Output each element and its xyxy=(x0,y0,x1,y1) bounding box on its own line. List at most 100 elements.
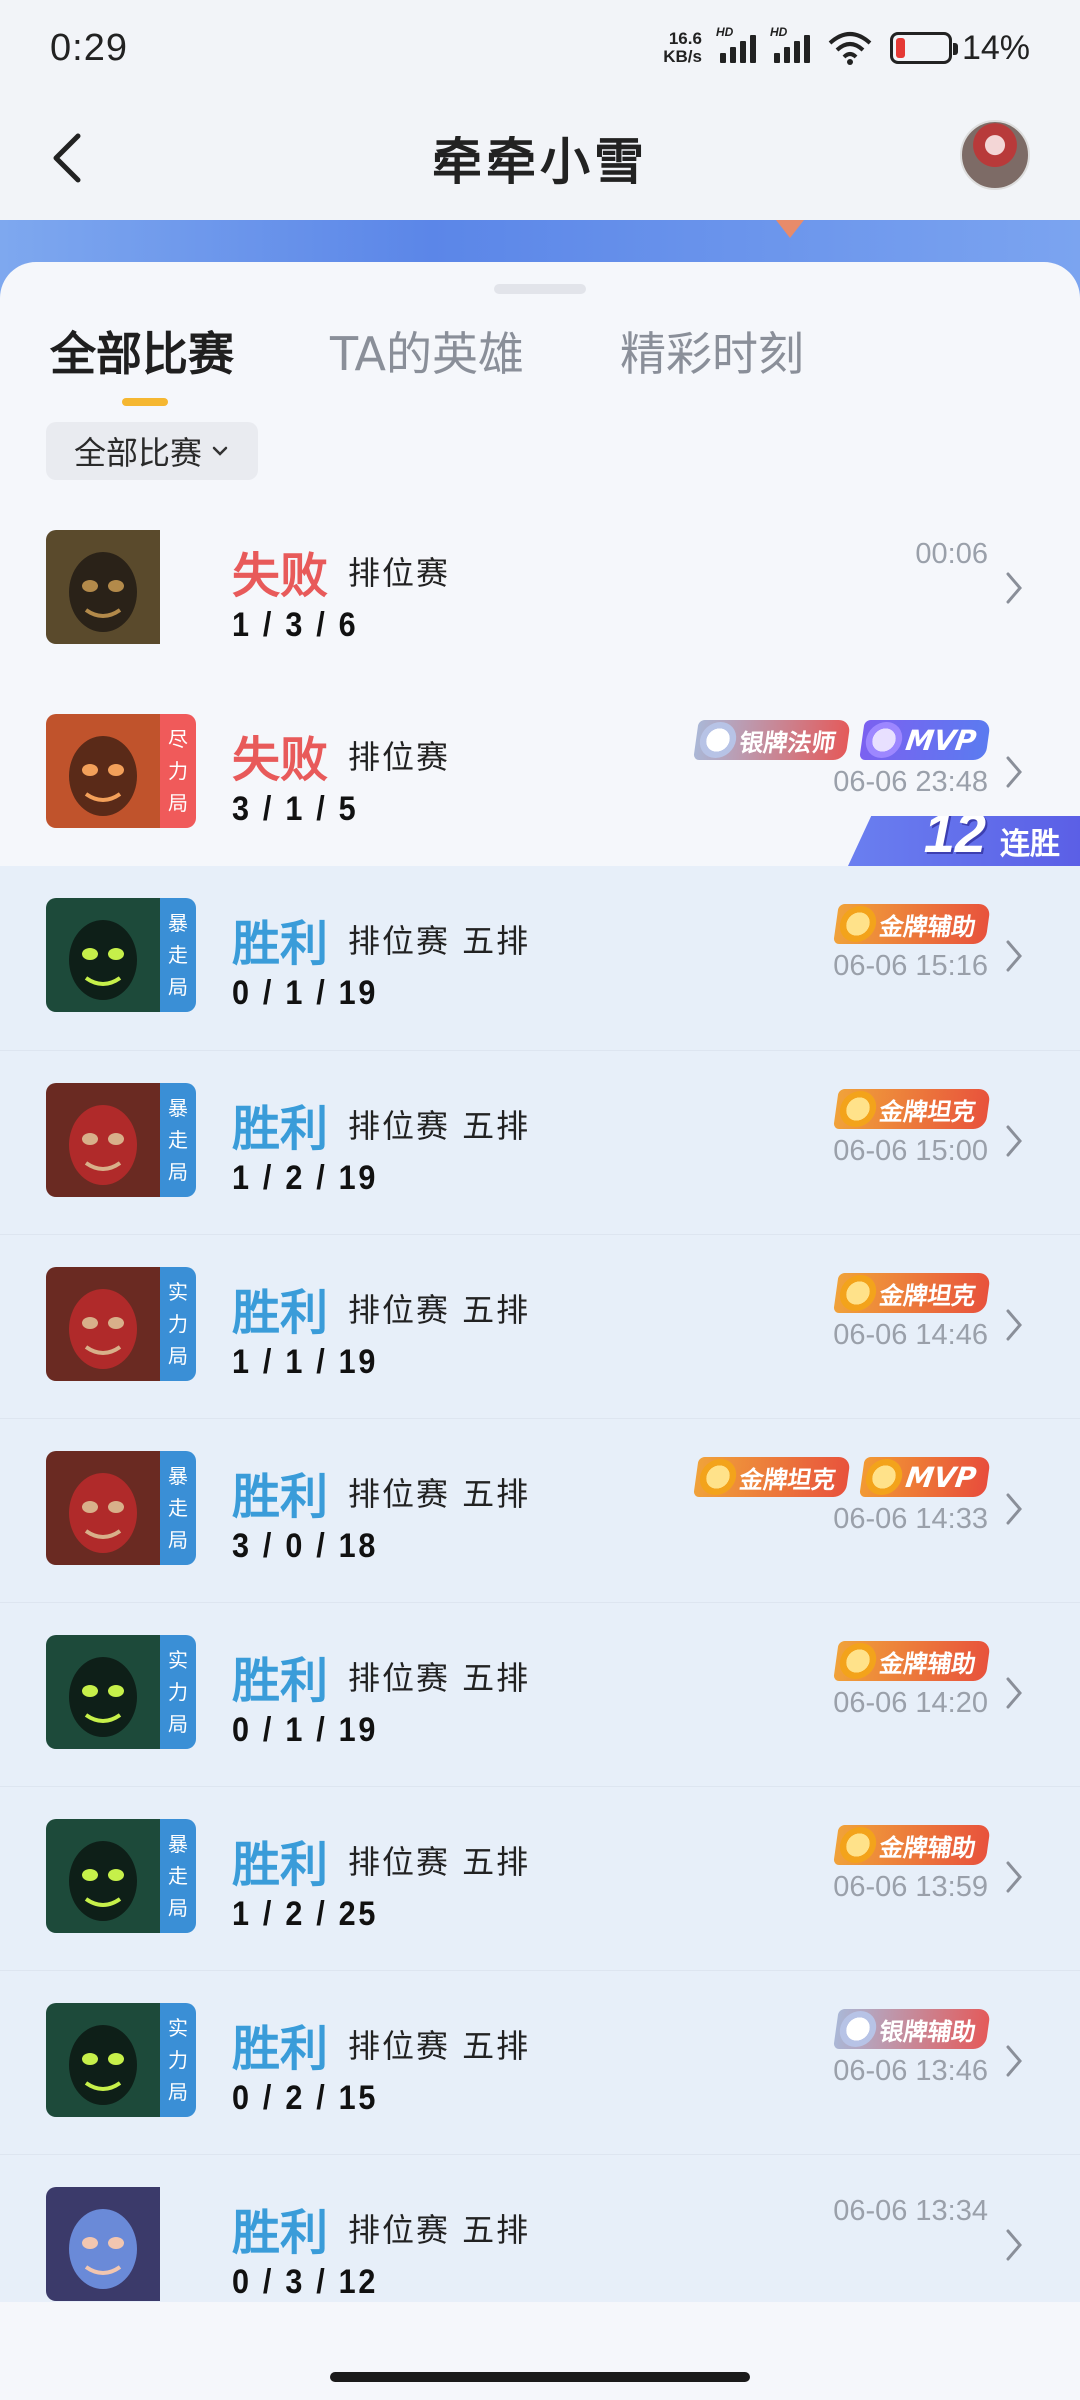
chevron-down-icon xyxy=(212,446,228,456)
match-kda: 1 / 3 / 6 xyxy=(232,606,359,644)
match-row[interactable]: 暴走局胜利 排位赛 五排 1 / 2 / 25 金牌辅助 06-06 13:59 xyxy=(0,1786,1080,1970)
medal-icon xyxy=(697,722,739,758)
medal-icon xyxy=(837,1827,879,1863)
hero-avatar-image xyxy=(46,1083,160,1197)
tab-bar: 全部比赛 TA的英雄 精彩时刻 xyxy=(50,318,804,406)
chevron-right-icon xyxy=(1006,756,1022,788)
match-result: 失败 xyxy=(232,732,329,788)
sheet-drag-handle[interactable] xyxy=(494,284,586,294)
match-time: 06-06 13:46 xyxy=(833,2055,988,2087)
medal-icon xyxy=(837,906,879,942)
match-kda: 3 / 0 / 18 xyxy=(232,1527,379,1565)
match-filter-dropdown[interactable]: 全部比赛 xyxy=(46,422,259,480)
match-mode-tag-char: 力 xyxy=(168,759,188,783)
hero-portrait: 实力局 xyxy=(46,2003,196,2117)
match-time: 06-06 15:16 xyxy=(833,950,988,982)
chevron-right-icon xyxy=(1006,1861,1022,1893)
match-mode-tag: 暴走局 xyxy=(160,1819,196,1933)
honor-badge-label: 银牌法师 xyxy=(737,728,838,757)
hero-portrait xyxy=(46,2187,196,2301)
chevron-right-icon xyxy=(1006,1309,1022,1341)
match-mode-tag-char: 走 xyxy=(168,1864,188,1888)
tab-label: TA的英雄 xyxy=(330,327,524,381)
honor-badge: 金牌坦克 xyxy=(833,1273,991,1313)
honor-badge: 金牌坦克 xyxy=(833,1089,991,1129)
match-time: 06-06 14:20 xyxy=(833,1687,988,1719)
battery-percent: 14% xyxy=(961,28,1030,67)
honor-badge: 金牌辅助 xyxy=(833,1641,991,1681)
medal-icon xyxy=(863,1459,905,1495)
match-history-sheet: 全部比赛 TA的英雄 精彩时刻 全部比赛 失败 排位赛 1 / 3 / 6 00:06… xyxy=(0,262,1080,2400)
chevron-right-icon xyxy=(1006,2229,1022,2261)
match-row[interactable]: 失败 排位赛 1 / 3 / 6 00:06 xyxy=(0,498,1080,682)
home-indicator[interactable] xyxy=(330,2372,750,2382)
tab-all-matches[interactable]: 全部比赛 xyxy=(50,318,234,406)
match-mode: 排位赛 五排 xyxy=(348,1291,531,1329)
match-mode: 排位赛 xyxy=(348,554,451,592)
match-row[interactable]: 暴走局胜利 排位赛 五排 0 / 1 / 19 金牌辅助 06-06 15:16 xyxy=(0,866,1080,1050)
tab-label: 全部比赛 xyxy=(50,327,234,381)
signal-hd-label: HD xyxy=(715,25,734,39)
hero-avatar-image xyxy=(46,530,160,644)
tab-heroes[interactable]: TA的英雄 xyxy=(330,318,524,384)
status-icons: 16.6 KB/s HD HD 14% xyxy=(663,25,1030,68)
match-badges: 金牌辅助 xyxy=(833,1825,991,1865)
match-mode-tag-char: 局 xyxy=(168,1896,188,1920)
match-mode: 排位赛 五排 xyxy=(348,1659,531,1697)
match-mode-tag: 尽力局 xyxy=(160,714,196,828)
match-row[interactable]: 实力局胜利 排位赛 五排 0 / 1 / 19 金牌辅助 06-06 14:20 xyxy=(0,1602,1080,1786)
match-time: 06-06 23:48 xyxy=(833,766,988,798)
chevron-right-icon xyxy=(1006,572,1022,604)
honor-badge: MVP xyxy=(859,720,991,760)
match-mode: 排位赛 五排 xyxy=(348,2211,531,2249)
back-arrow-icon[interactable] xyxy=(44,130,92,186)
battery-icon xyxy=(889,32,958,64)
network-speed-value: 16.6 xyxy=(668,29,702,48)
hero-portrait: 暴走局 xyxy=(46,1451,196,1565)
honor-badge: 银牌辅助 xyxy=(833,2009,991,2049)
match-badges: 金牌坦克 xyxy=(833,1089,991,1129)
match-mode-tag-char: 力 xyxy=(168,1680,188,1704)
match-mode-tag-char: 实 xyxy=(168,2016,188,2040)
match-mode: 排位赛 五排 xyxy=(348,1475,531,1513)
match-time: 06-06 13:59 xyxy=(833,1871,988,1903)
match-mode-tag-char: 暴 xyxy=(168,1832,188,1856)
match-mode-tag-char: 暴 xyxy=(168,911,188,935)
chevron-right-icon xyxy=(1006,1493,1022,1525)
hero-avatar-image xyxy=(46,1451,160,1565)
match-mode: 排位赛 五排 xyxy=(348,1107,531,1145)
avatar[interactable] xyxy=(960,120,1030,190)
match-row[interactable]: 实力局胜利 排位赛 五排 1 / 1 / 19 金牌坦克 06-06 14:46 xyxy=(0,1234,1080,1418)
hero-portrait: 尽力局 xyxy=(46,714,196,828)
match-result: 失败 xyxy=(232,548,329,604)
hero-portrait: 实力局 xyxy=(46,1267,196,1381)
hero-portrait: 实力局 xyxy=(46,1635,196,1749)
match-row[interactable]: 暴走局胜利 排位赛 五排 1 / 2 / 19 金牌坦克 06-06 15:00 xyxy=(0,1050,1080,1234)
match-row[interactable]: 实力局胜利 排位赛 五排 0 / 2 / 15 银牌辅助 06-06 13:46 xyxy=(0,1970,1080,2154)
match-mode-tag-char: 暴 xyxy=(168,1464,188,1488)
network-speed-unit: KB/s xyxy=(663,47,702,66)
match-result: 胜利 xyxy=(232,1469,329,1525)
match-row[interactable]: 暴走局胜利 排位赛 五排 3 / 0 / 18 金牌坦克 MVP 06-06 14:33 xyxy=(0,1418,1080,1602)
tab-highlights[interactable]: 精彩时刻 xyxy=(620,318,804,384)
match-kda: 1 / 2 / 19 xyxy=(232,1159,379,1197)
match-result: 胜利 xyxy=(232,2205,329,2261)
honor-badge-label: 金牌坦克 xyxy=(737,1465,838,1494)
filter-label: 全部比赛 xyxy=(74,434,203,472)
honor-badge-label: 金牌辅助 xyxy=(877,1833,978,1862)
match-mode-tag-char: 局 xyxy=(168,975,188,999)
hero-avatar-image xyxy=(46,2003,160,2117)
medal-icon xyxy=(863,722,905,758)
hero-avatar-image xyxy=(46,1635,160,1749)
match-mode-tag-char: 局 xyxy=(168,1160,188,1184)
battery-indicator: 14% xyxy=(889,28,1030,68)
match-time: 06-06 14:33 xyxy=(833,1503,988,1535)
honor-badge-label: 银牌辅助 xyxy=(877,2017,978,2046)
signal-hd-label-2: HD xyxy=(769,25,788,39)
medal-icon xyxy=(697,1459,739,1495)
match-kda: 3 / 1 / 5 xyxy=(232,790,359,828)
win-streak-banner: 12 连胜 xyxy=(848,816,1080,866)
hero-portrait: 暴走局 xyxy=(46,898,196,1012)
honor-badge: 金牌坦克 xyxy=(693,1457,851,1497)
match-kda: 1 / 1 / 19 xyxy=(232,1343,379,1381)
